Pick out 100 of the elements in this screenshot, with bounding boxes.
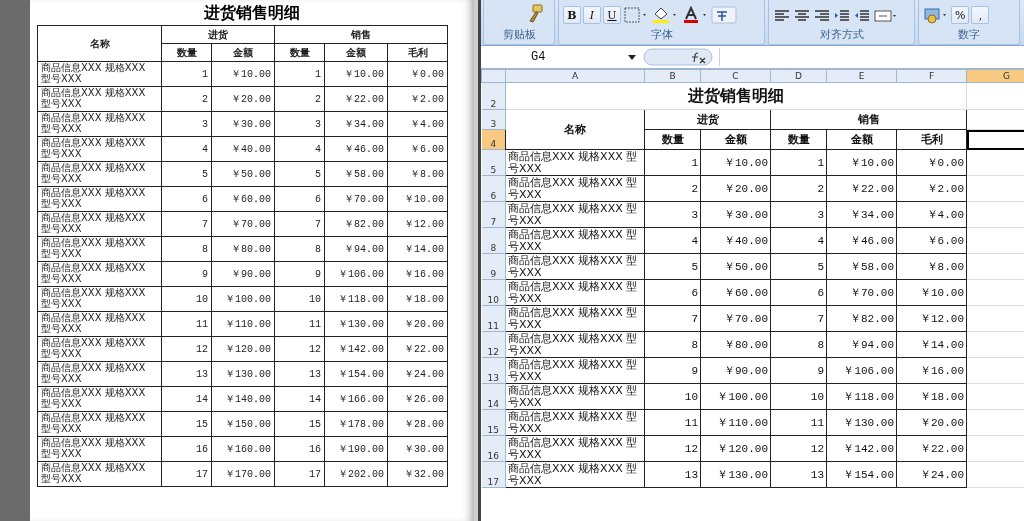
spreadsheet-cell[interactable]: ￥30.00	[700, 201, 771, 228]
spreadsheet-cell[interactable]: 4	[770, 227, 827, 254]
spreadsheet-cell[interactable]: ￥90.00	[700, 357, 771, 384]
column-letter[interactable]: F	[896, 69, 967, 83]
spreadsheet-cell[interactable]: 商品信息XXX 规格XXX 型号XXX	[505, 253, 645, 280]
spreadsheet-cell[interactable]: 9	[644, 357, 701, 384]
row-number[interactable]: 14	[481, 383, 506, 410]
column-header[interactable]: 名称	[505, 109, 645, 150]
spreadsheet-cell[interactable]: 商品信息XXX 规格XXX 型号XXX	[505, 409, 645, 436]
row-number[interactable]: 8	[481, 227, 506, 254]
row-number[interactable]: 6	[481, 175, 506, 202]
spreadsheet-cell[interactable]: 4	[644, 227, 701, 254]
spreadsheet-cell[interactable]: 12	[644, 435, 701, 462]
spreadsheet-cell[interactable]: ￥10.00	[700, 149, 771, 176]
spreadsheet-cell[interactable]: 商品信息XXX 规格XXX 型号XXX	[505, 175, 645, 202]
column-header[interactable]: 金额	[826, 129, 897, 150]
spreadsheet-cell[interactable]: ￥12.00	[896, 305, 967, 332]
function-icon[interactable]	[643, 48, 713, 66]
sheet-title[interactable]: 进货销售明细	[505, 82, 967, 110]
format-button[interactable]: U	[603, 6, 621, 24]
row-number[interactable]: 17	[481, 461, 506, 488]
spreadsheet-cell[interactable]: ￥16.00	[896, 357, 967, 384]
spreadsheet-cell[interactable]: ￥82.00	[826, 305, 897, 332]
spreadsheet-cell[interactable]: ￥20.00	[896, 409, 967, 436]
spreadsheet-cell[interactable]: 商品信息XXX 规格XXX 型号XXX	[505, 435, 645, 462]
merge-cells-icon[interactable]	[873, 8, 899, 24]
row-number[interactable]: 15	[481, 409, 506, 436]
spreadsheet-cell[interactable]: 商品信息XXX 规格XXX 型号XXX	[505, 461, 645, 488]
currency-icon[interactable]	[923, 6, 949, 24]
font-color-icon[interactable]	[681, 6, 709, 24]
spreadsheet-cell[interactable]: 3	[770, 201, 827, 228]
dropdown-icon[interactable]	[627, 53, 637, 61]
spreadsheet-cell[interactable]: ￥106.00	[826, 357, 897, 384]
spreadsheet-cell[interactable]: ￥0.00	[896, 149, 967, 176]
spreadsheet-cell[interactable]: ￥110.00	[700, 409, 771, 436]
spreadsheet-cell[interactable]: 商品信息XXX 规格XXX 型号XXX	[505, 357, 645, 384]
spreadsheet-cell[interactable]: 13	[770, 461, 827, 488]
spreadsheet-cell[interactable]: ￥60.00	[700, 279, 771, 306]
align-icon[interactable]	[793, 8, 811, 24]
spreadsheet-cell[interactable]: ￥2.00	[896, 175, 967, 202]
row-number[interactable]: 11	[481, 305, 506, 332]
spreadsheet-cell[interactable]: 7	[770, 305, 827, 332]
column-header[interactable]: 金额	[700, 129, 771, 150]
spreadsheet-cell[interactable]: ￥18.00	[896, 383, 967, 410]
phonetic-icon[interactable]	[711, 6, 737, 24]
spreadsheet-cell[interactable]: 3	[644, 201, 701, 228]
spreadsheet-cell[interactable]: 商品信息XXX 规格XXX 型号XXX	[505, 227, 645, 254]
column-header[interactable]: 毛利	[896, 129, 967, 150]
spreadsheet-cell[interactable]: ￥22.00	[826, 175, 897, 202]
fill-color-icon[interactable]	[651, 6, 679, 24]
spreadsheet-cell[interactable]: 12	[770, 435, 827, 462]
row-number[interactable]: 2	[481, 82, 506, 110]
spreadsheet-cell[interactable]: 6	[644, 279, 701, 306]
spreadsheet-cell[interactable]: ￥40.00	[700, 227, 771, 254]
spreadsheet-cell[interactable]: 5	[770, 253, 827, 280]
row-number[interactable]: 7	[481, 201, 506, 228]
name-box[interactable]: G4	[481, 48, 621, 66]
column-letter[interactable]: C	[700, 69, 771, 83]
spreadsheet-cell[interactable]: ￥50.00	[700, 253, 771, 280]
spreadsheet-cell[interactable]	[966, 129, 1024, 150]
row-number[interactable]: 9	[481, 253, 506, 280]
indent-icon[interactable]	[833, 8, 851, 24]
number-format-button[interactable]: ,	[971, 6, 990, 24]
column-header[interactable]: 进货	[644, 109, 771, 130]
spreadsheet-cell[interactable]: 10	[770, 383, 827, 410]
row-number[interactable]: 10	[481, 279, 506, 306]
spreadsheet-cell[interactable]: ￥118.00	[826, 383, 897, 410]
column-letter[interactable]: D	[770, 69, 827, 83]
spreadsheet-cell[interactable]: ￥24.00	[896, 461, 967, 488]
spreadsheet-cell[interactable]: 2	[644, 175, 701, 202]
row-number[interactable]: 5	[481, 149, 506, 176]
column-letter[interactable]: E	[826, 69, 897, 83]
spreadsheet-cell[interactable]: ￥130.00	[700, 461, 771, 488]
spreadsheet-cell[interactable]: ￥130.00	[826, 409, 897, 436]
spreadsheet-cell[interactable]: 11	[770, 409, 827, 436]
spreadsheet-cell[interactable]: ￥14.00	[896, 331, 967, 358]
spreadsheet-cell[interactable]: 商品信息XXX 规格XXX 型号XXX	[505, 305, 645, 332]
spreadsheet-cell[interactable]: ￥20.00	[700, 175, 771, 202]
spreadsheet-cell[interactable]: ￥154.00	[826, 461, 897, 488]
spreadsheet-cell[interactable]: ￥10.00	[896, 279, 967, 306]
spreadsheet-cell[interactable]: 商品信息XXX 规格XXX 型号XXX	[505, 201, 645, 228]
row-number[interactable]: 3	[481, 109, 506, 130]
spreadsheet-cell[interactable]: 2	[770, 175, 827, 202]
format-button[interactable]: I	[583, 6, 601, 24]
number-format-button[interactable]: %	[951, 6, 970, 24]
row-number[interactable]: 12	[481, 331, 506, 358]
spreadsheet-cell[interactable]: ￥10.00	[826, 149, 897, 176]
spreadsheet-cell[interactable]: ￥70.00	[700, 305, 771, 332]
spreadsheet-cell[interactable]: ￥120.00	[700, 435, 771, 462]
format-button[interactable]: B	[563, 6, 581, 24]
spreadsheet-cell[interactable]: ￥4.00	[896, 201, 967, 228]
spreadsheet-cell[interactable]: ￥46.00	[826, 227, 897, 254]
spreadsheet-cell[interactable]: 商品信息XXX 规格XXX 型号XXX	[505, 383, 645, 410]
column-letter[interactable]: G	[966, 69, 1024, 83]
spreadsheet-cell[interactable]: 7	[644, 305, 701, 332]
indent-icon[interactable]	[853, 8, 871, 24]
spreadsheet-cell[interactable]: ￥100.00	[700, 383, 771, 410]
row-number[interactable]: 16	[481, 435, 506, 462]
spreadsheet-cell[interactable]: 9	[770, 357, 827, 384]
spreadsheet-cell[interactable]: ￥94.00	[826, 331, 897, 358]
